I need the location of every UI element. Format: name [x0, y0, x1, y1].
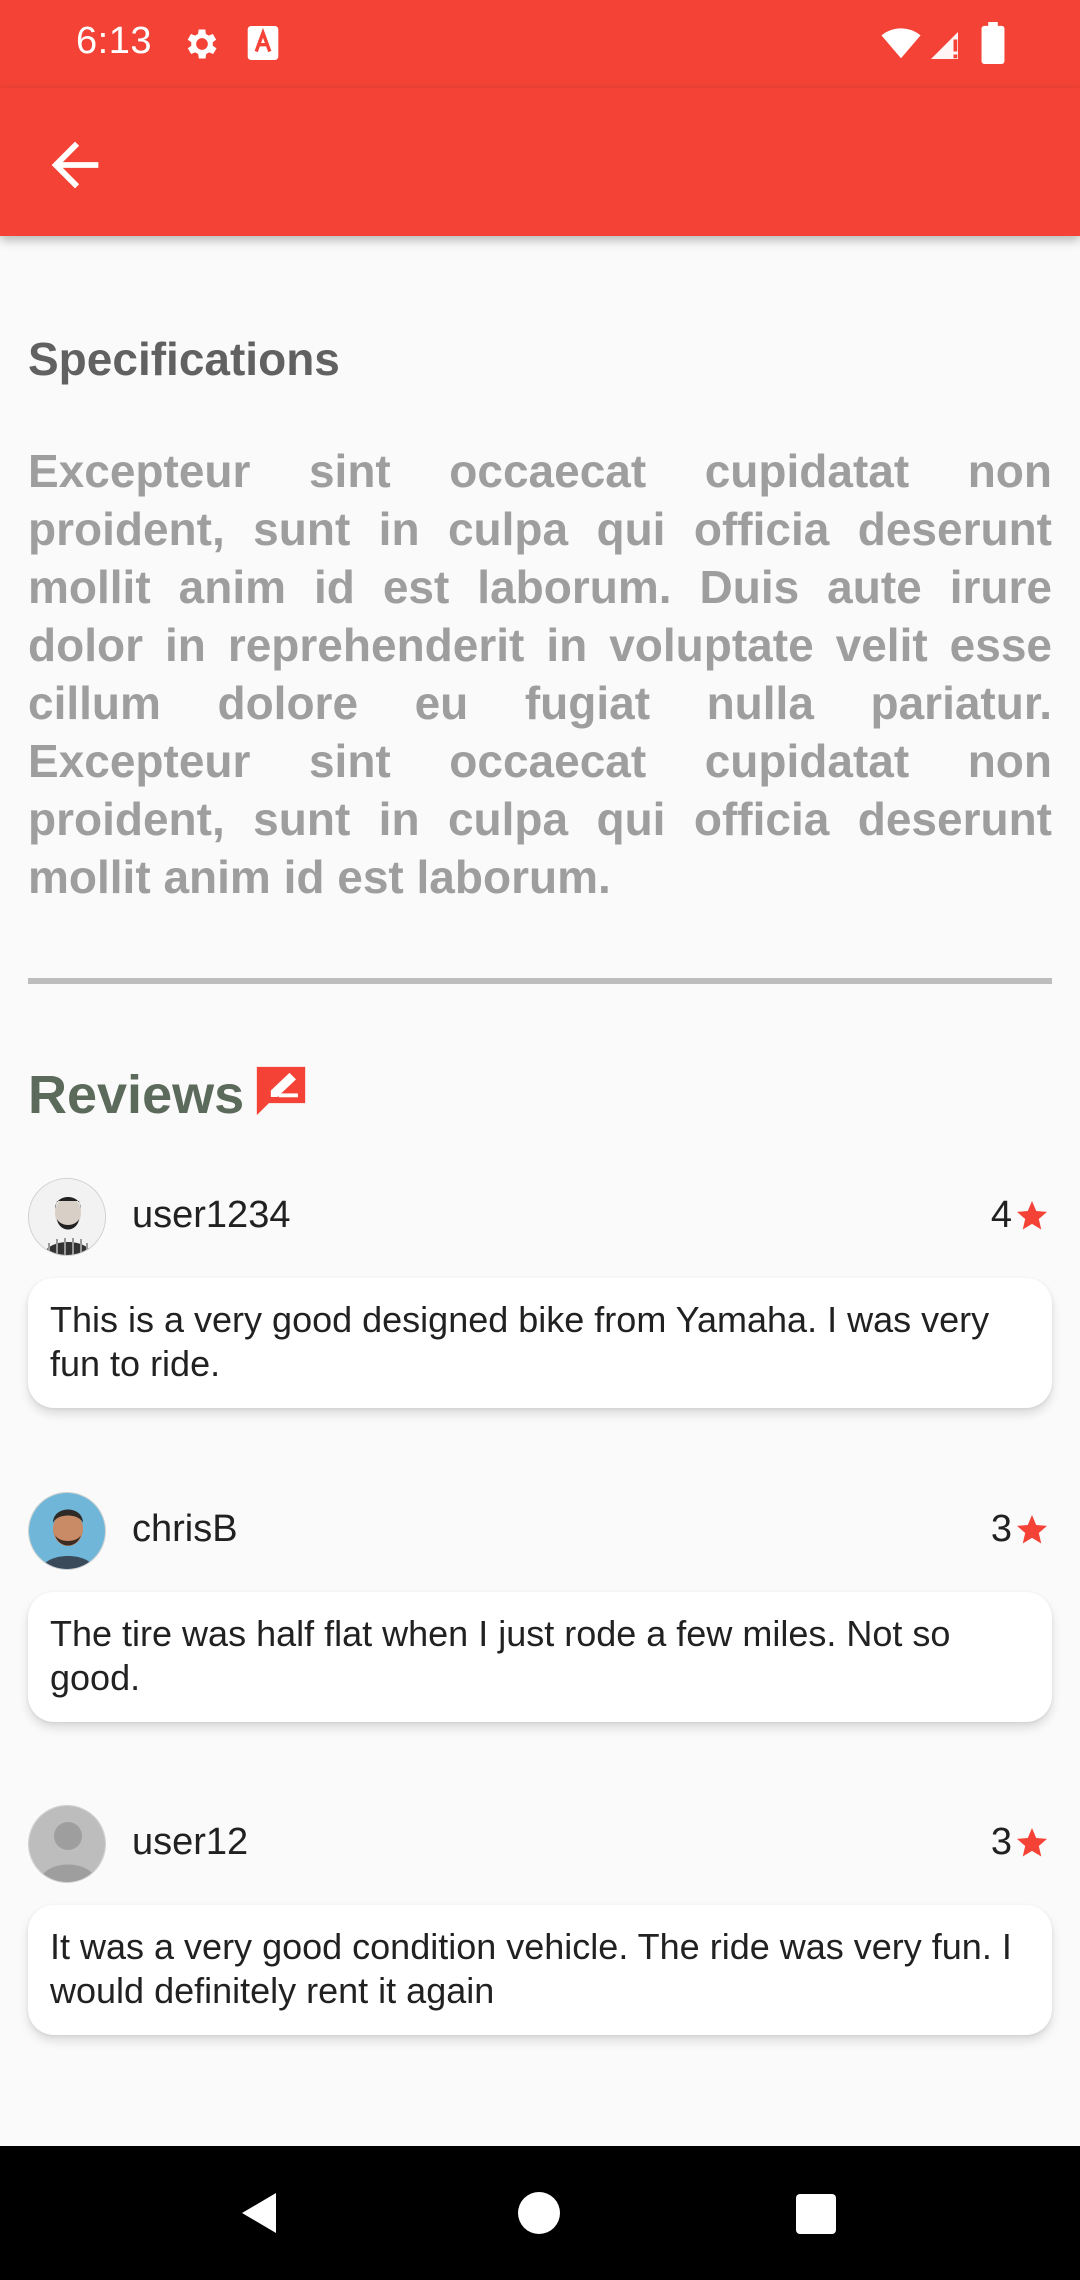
rating-value: 3 [990, 1821, 1012, 1863]
review-text: The tire was half flat when I just rode … [28, 1592, 1052, 1722]
wifi-icon [881, 28, 921, 59]
review-username: chrisB [132, 1508, 238, 1550]
nav-home-icon[interactable] [518, 2192, 560, 2234]
rating-value: 3 [990, 1508, 1012, 1550]
nav-recents-icon[interactable] [796, 2194, 836, 2234]
review-text: It was a very good condition vehicle. Th… [28, 1905, 1052, 2035]
review-header: chrisB 3 [28, 1492, 1052, 1572]
review-header: user1234 4 [28, 1178, 1052, 1258]
nav-back-icon[interactable] [236, 2188, 284, 2238]
write-review-icon[interactable] [252, 1062, 310, 1120]
rating-value: 4 [990, 1194, 1012, 1236]
star-icon [1017, 1514, 1047, 1543]
person-placeholder-icon [29, 1806, 105, 1882]
review-rating: 4 [991, 1194, 1050, 1237]
star-icon [1017, 1200, 1047, 1229]
review-username: user1234 [132, 1194, 291, 1236]
reviews-title: Reviews [28, 1065, 245, 1125]
avatar-image [29, 1179, 105, 1255]
review-header: user12 3 [28, 1805, 1052, 1885]
specifications-title: Specifications [28, 333, 340, 385]
avatar-image [29, 1493, 105, 1569]
navigation-bar [0, 2146, 1080, 2280]
avatar[interactable] [28, 1492, 106, 1570]
review-item: chrisB 3 The tire was half flat when I j… [28, 1492, 1052, 1722]
review-item: user1234 4 This is a very good designed … [28, 1178, 1052, 1408]
status-bar: 6:13 [0, 0, 1080, 88]
section-divider [28, 978, 1052, 984]
signal-icon [931, 32, 958, 59]
gear-icon [187, 29, 217, 59]
screen: 6:13 Specifications Excepteur sint occae… [0, 0, 1080, 2280]
battery-icon [981, 22, 1005, 64]
app-bar [0, 88, 1080, 236]
star-icon [1017, 1827, 1047, 1856]
avatar[interactable] [28, 1805, 106, 1883]
a-text-icon [247, 26, 279, 60]
specifications-text: Excepteur sint occaecat cupidatat non pr… [28, 445, 1052, 903]
review-text: This is a very good designed bike from Y… [28, 1278, 1052, 1408]
review-rating: 3 [991, 1821, 1050, 1864]
review-item: user12 3 It was a very good condition ve… [28, 1805, 1052, 2035]
status-time: 6:13 [76, 20, 152, 62]
review-username: user12 [132, 1821, 249, 1863]
arrow-back-icon[interactable] [40, 130, 110, 200]
avatar[interactable] [28, 1178, 106, 1256]
review-rating: 3 [991, 1508, 1050, 1551]
